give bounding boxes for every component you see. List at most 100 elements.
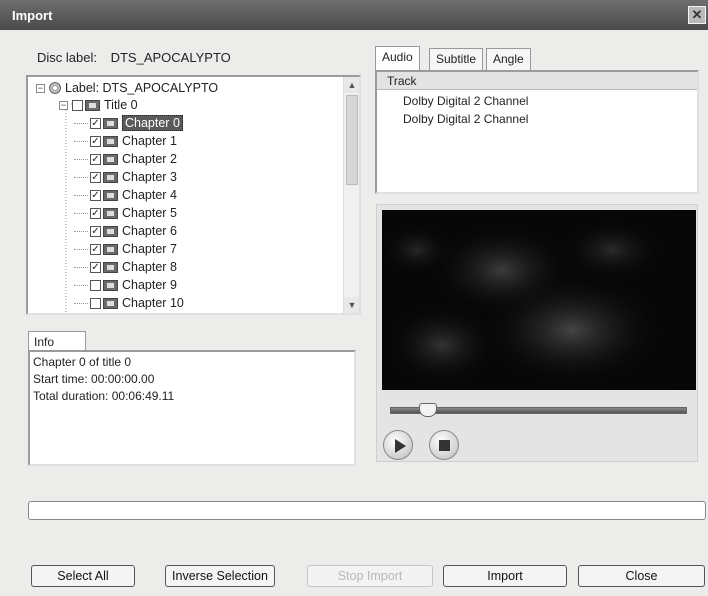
chapter-checkbox[interactable]: ✓ — [90, 207, 101, 219]
tree-chapter-node[interactable]: ✓ Chapter 1 — [74, 132, 177, 150]
chapter-label: Chapter 10 — [122, 296, 184, 310]
tree-chapter-node[interactable]: ✓ Chapter 6 — [74, 222, 177, 240]
scroll-down-icon[interactable]: ▼ — [344, 297, 359, 313]
import-button[interactable]: Import — [443, 565, 567, 587]
chapter-checkbox[interactable]: ✓ — [90, 171, 101, 183]
info-panel: Chapter 0 of title 0 Start time: 00:00:0… — [28, 350, 356, 466]
film-icon — [103, 297, 118, 309]
tree-connector — [74, 230, 88, 232]
film-icon — [85, 99, 100, 111]
tree-root-node[interactable]: − Label: DTS_APOCALYPTO — [36, 79, 218, 97]
info-line-chapter: Chapter 0 of title 0 — [33, 355, 132, 369]
chapter-checkbox[interactable]: ✓ — [90, 135, 101, 147]
chapter-checkbox[interactable]: ✓ — [90, 153, 101, 165]
select-all-button[interactable]: Select All — [31, 565, 135, 587]
tab-audio[interactable]: Audio — [375, 46, 420, 70]
collapse-icon[interactable]: − — [59, 100, 68, 110]
inverse-selection-button[interactable]: Inverse Selection — [165, 565, 275, 587]
film-icon — [103, 189, 118, 201]
chapter-checkbox[interactable]: ✓ — [90, 189, 101, 201]
import-window: Import ✕ Disc label: DTS_APOCALYPTO − La… — [0, 0, 708, 596]
chapter-label: Chapter 9 — [122, 278, 177, 292]
preview-panel — [376, 204, 698, 462]
tree-chapter-node[interactable]: ✓ Chapter 8 — [74, 258, 177, 276]
tree-chapter-node[interactable]: ✓ Chapter 2 — [74, 150, 177, 168]
chapter-checkbox[interactable]: ✓ — [90, 243, 101, 255]
video-preview — [382, 210, 696, 390]
chapter-checkbox[interactable]: ✓ — [90, 261, 101, 273]
tree-connector — [74, 140, 88, 142]
disc-icon — [49, 82, 61, 94]
track-column-header[interactable]: Track — [377, 72, 697, 90]
chapter-label: Chapter 2 — [122, 152, 177, 166]
title-bar[interactable]: Import ✕ — [0, 0, 708, 30]
tree-chapter-node[interactable]: ✓ Chapter 4 — [74, 186, 177, 204]
disc-label-caption: Disc label: — [37, 50, 97, 65]
chapter-label: Chapter 1 — [122, 134, 177, 148]
seek-thumb[interactable] — [419, 403, 437, 417]
stop-button[interactable] — [429, 430, 459, 460]
play-button[interactable] — [383, 430, 413, 460]
film-icon — [103, 261, 118, 273]
play-icon — [395, 439, 406, 453]
chapter-checkbox[interactable]: ✓ — [90, 225, 101, 237]
scroll-up-icon[interactable]: ▲ — [344, 77, 359, 93]
close-window-icon[interactable]: ✕ — [688, 6, 706, 24]
chapter-label: Chapter 0 — [122, 115, 183, 131]
import-progress-bar — [28, 501, 706, 520]
film-icon — [103, 117, 118, 129]
tree-root-label: Label: DTS_APOCALYPTO — [65, 81, 219, 95]
tab-info[interactable]: Info — [28, 331, 86, 351]
tree-chapter-node[interactable]: ✓ Chapter 7 — [74, 240, 177, 258]
seek-bar[interactable] — [390, 403, 687, 417]
chapter-checkbox[interactable]: ✓ — [90, 117, 101, 129]
film-icon — [103, 225, 118, 237]
disc-label-row: Disc label: DTS_APOCALYPTO — [37, 50, 231, 65]
chapter-label: Chapter 3 — [122, 170, 177, 184]
tree-connector — [74, 158, 88, 160]
disc-label-value: DTS_APOCALYPTO — [110, 50, 231, 65]
tree-connector — [74, 248, 88, 250]
window-title: Import — [12, 8, 53, 23]
audio-track[interactable]: Dolby Digital 2 Channel — [403, 94, 528, 108]
chapter-checkbox[interactable] — [90, 297, 101, 309]
film-icon — [103, 279, 118, 291]
stop-icon — [439, 440, 450, 451]
tab-subtitle[interactable]: Subtitle — [429, 48, 484, 70]
tree-chapter-node[interactable]: Chapter 9 — [74, 276, 177, 294]
chapter-label: Chapter 6 — [122, 224, 177, 238]
tree-connector — [74, 212, 88, 214]
tree-title-label: Title 0 — [104, 98, 138, 112]
scroll-thumb[interactable] — [346, 95, 358, 185]
tree-chapter-node[interactable]: ✓ Chapter 3 — [74, 168, 177, 186]
info-line-start-time: Start time: 00:00:00.00 — [33, 372, 155, 386]
tree-scrollbar[interactable]: ▲ ▼ — [343, 77, 359, 313]
tree-content: − Label: DTS_APOCALYPTO − Title 0 ✓ Chapt… — [28, 77, 344, 313]
film-icon — [103, 243, 118, 255]
stop-import-button[interactable]: Stop Import — [307, 565, 433, 587]
chapter-label: Chapter 7 — [122, 242, 177, 256]
audio-track-list[interactable]: Track Dolby Digital 2 Channel Dolby Digi… — [375, 70, 699, 194]
chapter-checkbox[interactable] — [90, 279, 101, 291]
tree-title-node[interactable]: − Title 0 — [59, 96, 138, 114]
tree-connector — [74, 176, 88, 178]
info-line-duration: Total duration: 00:06:49.11 — [33, 389, 175, 403]
film-icon — [103, 171, 118, 183]
tree-chapter-node[interactable]: ✓ Chapter 5 — [74, 204, 177, 222]
tab-angle[interactable]: Angle — [486, 48, 531, 70]
title-checkbox[interactable] — [72, 99, 83, 111]
audio-track[interactable]: Dolby Digital 2 Channel — [403, 112, 528, 126]
video-frame-image — [382, 210, 696, 390]
tree-chapter-node[interactable]: ✓ Chapter 0 — [74, 114, 183, 132]
tree-connector — [74, 266, 88, 268]
close-button[interactable]: Close — [578, 565, 705, 587]
chapter-label: Chapter 4 — [122, 188, 177, 202]
collapse-icon[interactable]: − — [36, 83, 45, 93]
chapter-label: Chapter 8 — [122, 260, 177, 274]
chapter-label: Chapter 5 — [122, 206, 177, 220]
film-icon — [103, 153, 118, 165]
chapter-tree[interactable]: − Label: DTS_APOCALYPTO − Title 0 ✓ Chapt… — [26, 75, 361, 315]
film-icon — [103, 135, 118, 147]
film-icon — [103, 207, 118, 219]
tree-chapter-node[interactable]: Chapter 10 — [74, 294, 184, 312]
